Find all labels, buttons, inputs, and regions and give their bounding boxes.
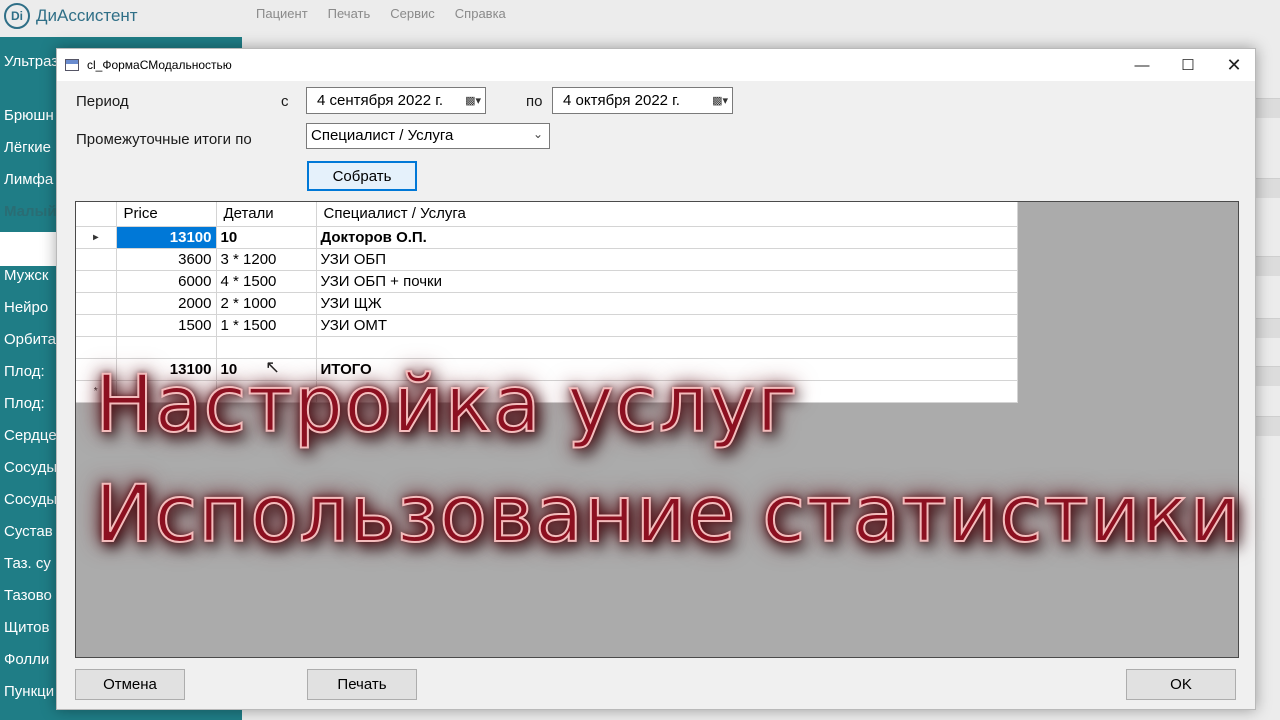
to-label: по (526, 93, 543, 110)
cell-price[interactable] (116, 336, 217, 359)
maximize-icon[interactable]: ☐ (1165, 49, 1211, 81)
app-title: Di ДиАссистент (0, 0, 240, 32)
subtotals-select[interactable]: Специалист / Услуга ⌄ (306, 123, 550, 149)
column-header-details[interactable]: Детали (216, 202, 317, 227)
cell-details[interactable]: 2 * 1000 (216, 292, 317, 315)
cell-details[interactable]: 10 (216, 226, 317, 249)
cell-price[interactable]: 6000 (116, 270, 217, 293)
to-date-picker[interactable]: 4 октября 2022 г. ▩▾ (552, 87, 733, 114)
sidebar-item-selected[interactable]: Малый (4, 203, 57, 220)
cell-specialist[interactable]: УЗИ ЩЖ (316, 292, 1018, 315)
calendar-dropdown-icon[interactable]: ▩▾ (465, 94, 481, 107)
overlay-caption-line-2: Использование статистики (94, 469, 1242, 561)
sidebar-item[interactable]: Тазово (4, 587, 52, 604)
sidebar-item[interactable]: Ультраз (4, 53, 58, 70)
column-header-specialist[interactable]: Специалист / Услуга (316, 202, 1018, 227)
window-icon (65, 59, 79, 71)
dialog-titlebar[interactable]: cl_ФормаСМодальностью — ☐ ✕ (57, 49, 1255, 81)
ok-button[interactable]: OK (1126, 669, 1236, 700)
sidebar-item[interactable]: Сосуды (4, 491, 57, 508)
menu-service[interactable]: Сервис (390, 6, 435, 21)
table-row[interactable] (76, 336, 1018, 359)
calendar-dropdown-icon[interactable]: ▩▾ (712, 94, 728, 107)
cell-details[interactable]: 1 * 1500 (216, 314, 317, 337)
menu-bar: Пациент Печать Сервис Справка (256, 6, 506, 21)
sidebar-item[interactable]: Щитов (4, 619, 49, 636)
current-row-indicator-icon[interactable]: ▸ (76, 226, 117, 249)
close-icon[interactable]: ✕ (1211, 49, 1257, 81)
dialog-title: cl_ФормаСМодальностью (87, 58, 232, 72)
sidebar-item[interactable]: Орбита (4, 331, 56, 348)
table-row[interactable]: 6000 4 * 1500 УЗИ ОБП + почки (76, 270, 1018, 293)
table-row[interactable]: ▸ 13100 10 Докторов О.П. (76, 226, 1018, 249)
table-row[interactable]: 2000 2 * 1000 УЗИ ЩЖ (76, 292, 1018, 315)
table-header-row: Price Детали Специалист / Услуга (76, 202, 1018, 227)
row-header[interactable] (76, 336, 117, 359)
from-date-value: 4 сентября 2022 г. (317, 92, 444, 109)
cell-price[interactable]: 2000 (116, 292, 217, 315)
app-name: ДиАссистент (36, 6, 138, 25)
sidebar-item[interactable]: Сосуды (4, 459, 57, 476)
sidebar-item[interactable]: Брюшн (4, 107, 54, 124)
minimize-icon[interactable]: — (1119, 49, 1165, 81)
cell-details[interactable]: 4 * 1500 (216, 270, 317, 293)
row-header[interactable] (76, 270, 117, 293)
to-date-value: 4 октября 2022 г. (563, 92, 680, 109)
table-row[interactable]: 1500 1 * 1500 УЗИ ОМТ (76, 314, 1018, 337)
chevron-down-icon: ⌄ (532, 127, 543, 141)
cell-details[interactable]: 3 * 1200 (216, 248, 317, 271)
table-row[interactable]: 3600 3 * 1200 УЗИ ОБП (76, 248, 1018, 271)
sidebar-item[interactable]: Сердце (4, 427, 57, 444)
row-header-corner (76, 202, 117, 227)
cell-specialist[interactable]: Докторов О.П. (316, 226, 1018, 249)
cancel-button[interactable]: Отмена (75, 669, 185, 700)
sidebar-item[interactable]: Пункци (4, 683, 54, 700)
print-button[interactable]: Печать (307, 669, 417, 700)
row-header[interactable] (76, 248, 117, 271)
row-header[interactable] (76, 292, 117, 315)
menu-patient[interactable]: Пациент (256, 6, 308, 21)
menu-print[interactable]: Печать (328, 6, 371, 21)
cell-price[interactable]: 13100 (116, 226, 217, 249)
sidebar-item[interactable]: Лёгкие (4, 139, 51, 156)
sidebar-item[interactable]: Лимфа (4, 171, 53, 188)
cell-specialist[interactable]: УЗИ ОБП (316, 248, 1018, 271)
sidebar-item[interactable]: Фолли (4, 651, 49, 668)
cell-specialist[interactable]: УЗИ ОМТ (316, 314, 1018, 337)
row-header[interactable] (76, 314, 117, 337)
sidebar-item[interactable]: Плод: (4, 363, 45, 380)
period-label: Период (76, 93, 129, 110)
sidebar-item[interactable]: Мужск (4, 267, 48, 284)
cell-price[interactable]: 1500 (116, 314, 217, 337)
cell-specialist[interactable] (316, 336, 1018, 359)
overlay-caption-line-1: Настройка услуг (94, 359, 799, 451)
menu-help[interactable]: Справка (455, 6, 506, 21)
sidebar-item[interactable]: Таз. су (4, 555, 51, 572)
sidebar-item[interactable]: Сустав (4, 523, 53, 540)
cell-details[interactable] (216, 336, 317, 359)
column-header-price[interactable]: Price (116, 202, 217, 227)
subtotals-label: Промежуточные итоги по (76, 131, 252, 148)
from-label: с (281, 93, 289, 110)
app-logo-icon: Di (4, 3, 30, 29)
sidebar-item[interactable]: Молоч (4, 235, 49, 252)
cell-specialist[interactable]: УЗИ ОБП + почки (316, 270, 1018, 293)
cell-price[interactable]: 3600 (116, 248, 217, 271)
from-date-picker[interactable]: 4 сентября 2022 г. ▩▾ (306, 87, 486, 114)
sidebar-item[interactable]: Нейро (4, 299, 48, 316)
subtotals-value: Специалист / Услуга (311, 127, 454, 144)
sidebar-item[interactable]: Плод: (4, 395, 45, 412)
collect-button[interactable]: Собрать (307, 161, 417, 191)
